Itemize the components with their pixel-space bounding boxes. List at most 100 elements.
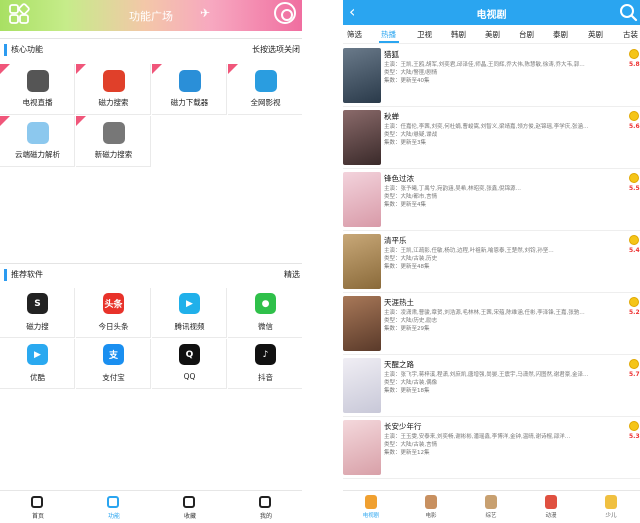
core-tile[interactable]: 新磁力搜索 bbox=[76, 116, 151, 167]
nav-item[interactable]: 少儿 bbox=[581, 494, 640, 522]
nav-label: 综艺 bbox=[485, 513, 497, 519]
app-label: 磁力搜 bbox=[26, 322, 49, 331]
core-tile[interactable]: 云端磁力解析 bbox=[0, 116, 75, 167]
tab-item[interactable]: 英剧 bbox=[588, 29, 603, 40]
poster-image[interactable] bbox=[343, 172, 381, 227]
nav-item[interactable]: 我的 bbox=[228, 494, 302, 522]
nav-item[interactable]: 功能 bbox=[76, 494, 152, 522]
coin-icon bbox=[629, 111, 639, 121]
drama-title: 秋蝉 bbox=[384, 112, 399, 121]
drama-cast: 主演：张飞宇,蒋梓溪,程潇,刘庶凯,唐增强,尚晏,王震宇,马潇然,闪图然,谢君豪… bbox=[384, 372, 589, 378]
bottom-nav: 首页 功能 收藏 我的 bbox=[0, 490, 302, 523]
drama-episodes: 集数：更新至3集 bbox=[384, 140, 426, 146]
core-tile[interactable]: 全网影视 bbox=[228, 64, 302, 115]
app-tile[interactable]: ▶ 优酷 bbox=[0, 339, 75, 389]
drama-title: 长安少年行 bbox=[384, 422, 422, 431]
settings-circle-icon[interactable] bbox=[274, 2, 296, 24]
app-tile[interactable]: S 磁力搜 bbox=[0, 288, 75, 338]
drama-row[interactable]: 秋蝉主演：任嘉伦,李茜,刘奕,何杜娟,曹峻嵩,刘智义,梁靖嘉,领方俊,赵锦瑶,李… bbox=[343, 107, 640, 169]
drama-type: 类型：大陆/古装,偶像 bbox=[384, 380, 438, 386]
drama-cast: 主演：王玉雯,安泰来,刘奕畅,谢彬彬,潘瑶鑫,李博洋,金钟,温晴,谢诗棍,邵洋… bbox=[384, 434, 571, 440]
poster-image[interactable] bbox=[343, 110, 381, 165]
tab-item[interactable]: 泰剧 bbox=[553, 29, 568, 40]
drama-episodes: 集数：更新至29集 bbox=[384, 326, 430, 332]
nav-label: 电视剧 bbox=[362, 513, 380, 519]
profile-icon bbox=[259, 496, 271, 508]
tab-item[interactable]: 卫视 bbox=[417, 29, 432, 40]
drama-type: 类型：大陆/古装,历史 bbox=[384, 256, 438, 262]
tab-item[interactable]: 韩剧 bbox=[451, 29, 466, 40]
tab-item[interactable]: 热播 bbox=[381, 29, 396, 40]
coin-icon bbox=[629, 421, 639, 431]
tab-item[interactable]: 古装 bbox=[623, 29, 638, 40]
nav-label: 电影 bbox=[425, 513, 437, 519]
core-tile-label: 全网影视 bbox=[250, 98, 281, 107]
tab-item[interactable]: 美剧 bbox=[485, 29, 500, 40]
active-tab-underline bbox=[379, 41, 399, 43]
drama-row[interactable]: 锋色过浓 主演：张予曦,丁禹兮,宛韵涵,吴希,林昭奕,张鑫,倪锦源… 类型：大陆/都… bbox=[343, 169, 640, 231]
wechat-icon: ● bbox=[255, 293, 276, 314]
poster-image[interactable] bbox=[343, 296, 381, 351]
nav-item[interactable]: 电影 bbox=[401, 494, 461, 522]
nav-item[interactable]: 动漫 bbox=[521, 494, 581, 522]
corner-tag bbox=[76, 64, 86, 74]
nav-item[interactable]: 首页 bbox=[0, 494, 76, 522]
variety-icon bbox=[485, 495, 497, 509]
drama-row[interactable]: 天醒之路 主演：张飞宇,蒋梓溪,程潇,刘庶凯,唐增强,尚晏,王震宇,马潇然,闪图然… bbox=[343, 355, 640, 417]
app-tile[interactable]: ● 微信 bbox=[228, 288, 302, 338]
core-tile[interactable]: 电视直播 bbox=[0, 64, 75, 115]
drama-type: 类型：大陆/警匪/剧情 bbox=[384, 70, 438, 76]
nav-label: 首页 bbox=[31, 513, 44, 520]
tab-item[interactable]: 筛选 bbox=[347, 29, 362, 40]
nav-item[interactable]: 收藏 bbox=[152, 494, 228, 522]
youku-icon: ▶ bbox=[27, 344, 48, 365]
core-tile[interactable]: 磁力搜索 bbox=[76, 64, 151, 115]
drama-score: 5.5 bbox=[629, 185, 640, 192]
poster-image[interactable] bbox=[343, 234, 381, 289]
tv-drama-header: ‹ 电视剧 bbox=[343, 0, 640, 25]
core-section-hint: 长按选项关闭 bbox=[252, 45, 300, 54]
search-magnifier-icon bbox=[103, 122, 125, 144]
drama-row[interactable]: 天涯热土 主演：凌潇肃,曹骏,章贺,刘浩源,毛林林,王茜,宋蕴,陈维涵,任彬,李泽… bbox=[343, 293, 640, 355]
nav-label: 少儿 bbox=[605, 513, 617, 519]
app-tile[interactable]: 支支付宝 bbox=[76, 339, 151, 389]
function-square-panel: ✈ 功能广场 核心功能 长按选项关闭 电视直播 磁力搜索 磁力下载器 全网影视云端磁力… bbox=[0, 0, 302, 523]
poster-image[interactable] bbox=[343, 358, 381, 413]
drama-type: 类型：大陆/悬疑,谍战 bbox=[384, 132, 438, 138]
tab-item[interactable]: 台剧 bbox=[519, 29, 534, 40]
recommend-section-more[interactable]: 精选 bbox=[284, 269, 300, 280]
drama-cast: 主演：凌潇肃,曹骏,章贺,刘浩源,毛林林,王茜,宋蕴,陈维涵,任彬,李泽锋,王嘉… bbox=[384, 310, 585, 316]
home-icon bbox=[31, 496, 43, 508]
function-square-header: ✈ 功能广场 bbox=[0, 0, 302, 31]
core-tile-label: 新磁力搜索 bbox=[94, 150, 133, 159]
app-tile[interactable]: 头条 今日头条 bbox=[76, 288, 151, 338]
corner-tag bbox=[0, 116, 10, 126]
poster-image[interactable] bbox=[343, 420, 381, 475]
drama-row[interactable]: 猎狐 主演：王凯,王鸥,胡军,刘奕君,邱泽佳,师晶,王同辉,乔大伟,陈慧敏,徐涛,… bbox=[343, 45, 640, 107]
drama-cast: 主演：张予曦,丁禹兮,宛韵涵,吴希,林昭奕,张鑫,倪锦源… bbox=[384, 186, 521, 192]
app-label: 今日头条 bbox=[98, 322, 129, 331]
drama-row[interactable]: 清平乐 主演：王凯,江疏影,任敏,杨玏,边程,叶祖新,喻恩泰,王楚然,刘钧,孙坚…… bbox=[343, 231, 640, 293]
drama-score: 5.7 bbox=[629, 371, 640, 378]
page-title: 功能广场 bbox=[129, 10, 173, 23]
corner-tag bbox=[228, 64, 238, 74]
poster-image[interactable] bbox=[343, 48, 381, 103]
core-tile[interactable]: 磁力下载器 bbox=[152, 64, 227, 115]
film-icon bbox=[255, 70, 277, 92]
alipay-icon: 支 bbox=[103, 344, 124, 365]
search-icon[interactable] bbox=[618, 2, 638, 22]
function-icon bbox=[107, 496, 119, 508]
core-section-title: 核心功能 bbox=[11, 45, 43, 54]
nav-item[interactable]: 综艺 bbox=[461, 494, 521, 522]
recommend-section-header: 推荐软件 精选 bbox=[0, 266, 302, 284]
nav-item[interactable]: 电视剧 bbox=[343, 494, 401, 522]
app-tile[interactable]: ▶ 腾讯视频 bbox=[152, 288, 227, 338]
tencent-video-icon: ▶ bbox=[179, 293, 200, 314]
app-tile[interactable]: ♪ 抖音 bbox=[228, 339, 302, 389]
drama-cast: 主演：任嘉伦,李茜,刘奕,何杜娟,曹峻嵩,刘智义,梁靖嘉,领方俊,赵锦瑶,李学庆… bbox=[384, 124, 589, 130]
movie-icon bbox=[425, 495, 437, 509]
core-tile-label: 磁力搜索 bbox=[98, 98, 129, 107]
drama-row[interactable]: 长安少年行主演：王玉雯,安泰来,刘奕畅,谢彬彬,潘瑶鑫,李博洋,金钟,温晴,谢诗… bbox=[343, 417, 640, 479]
app-label: 优酷 bbox=[30, 373, 45, 382]
app-tile[interactable]: Q QQ bbox=[152, 339, 227, 389]
